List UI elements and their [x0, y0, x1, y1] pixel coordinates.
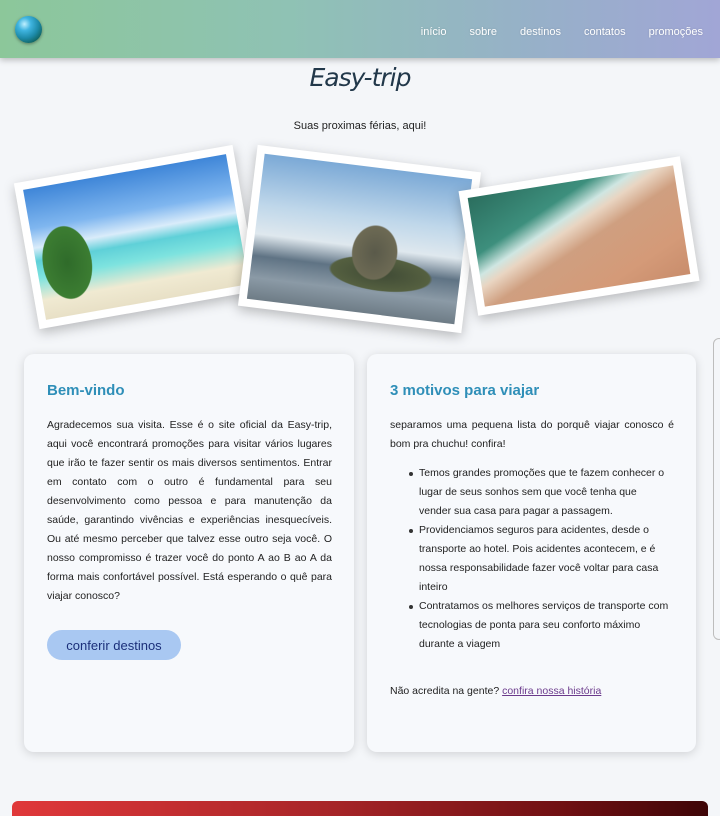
page-subtitle: Suas proximas férias, aqui!	[293, 120, 427, 132]
motives-heading: 3 motivos para viajar	[390, 382, 540, 399]
history-note-text: Não acredita na gente?	[390, 685, 500, 697]
offscreen-panel-edge	[713, 338, 720, 640]
motives-list: Temos grandes promoções que te fazem con…	[409, 464, 669, 654]
page-title: Easy-trip	[309, 63, 412, 92]
motives-card: 3 motivos para viajar separamos uma pequ…	[367, 354, 696, 752]
view-destinations-button[interactable]: conferir destinos	[47, 630, 181, 660]
welcome-text: Agradecemos sua visita. Esse é o site of…	[47, 419, 332, 602]
footer-bar	[12, 801, 708, 816]
list-item: Contratamos os melhores serviços de tran…	[409, 597, 669, 654]
welcome-heading: Bem-vindo	[47, 382, 125, 399]
welcome-card: Bem-vindo Agradecemos sua visita. Esse é…	[24, 354, 354, 752]
tropical-beach-image	[23, 154, 249, 320]
nav-link-inicio[interactable]: início	[421, 26, 447, 38]
history-link[interactable]: confira nossa história	[502, 685, 601, 697]
aerial-shore-image	[467, 165, 691, 307]
list-item: Temos grandes promoções que te fazem con…	[409, 464, 669, 521]
history-note: Não acredita na gente? confira nossa his…	[390, 682, 601, 701]
mountain-bay-photo	[237, 144, 482, 334]
beach-photo	[13, 144, 259, 330]
nav-links: início sobre destinos contatos promoções	[421, 26, 703, 38]
nav-link-promocoes[interactable]: promoções	[649, 26, 703, 38]
nav-link-contatos[interactable]: contatos	[584, 26, 626, 38]
shore-photo	[458, 156, 700, 316]
motives-intro: separamos uma pequena lista do porquê vi…	[390, 419, 674, 450]
top-navbar: início sobre destinos contatos promoções	[0, 0, 720, 58]
nav-link-sobre[interactable]: sobre	[469, 26, 497, 38]
globe-logo-icon[interactable]	[15, 16, 42, 43]
sugarloaf-image	[246, 153, 473, 325]
list-item: Providenciamos seguros para acidentes, d…	[409, 521, 669, 597]
nav-link-destinos[interactable]: destinos	[520, 26, 561, 38]
